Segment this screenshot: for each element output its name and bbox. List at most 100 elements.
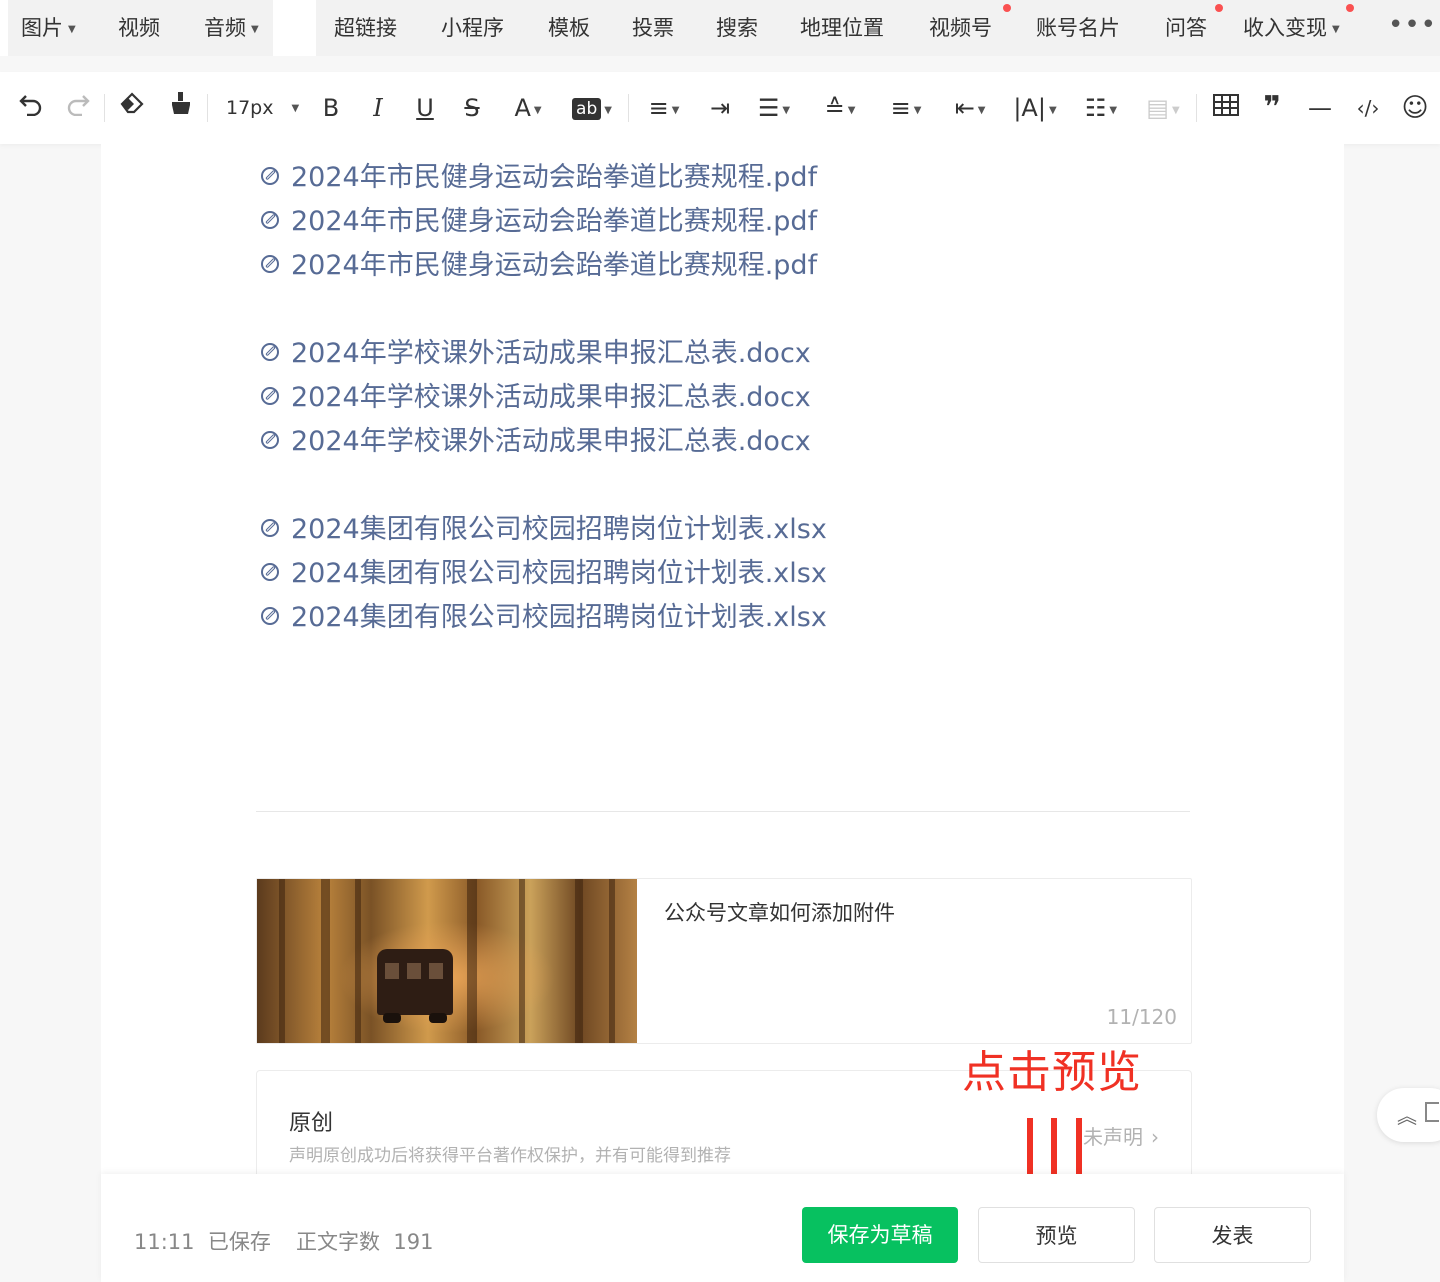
- code-icon[interactable]: ‹/›: [1352, 72, 1384, 144]
- underline-icon[interactable]: U: [412, 72, 438, 144]
- highlight-icon[interactable]: ab ▼: [568, 72, 616, 144]
- link-icon: [261, 607, 279, 625]
- link-icon: [261, 431, 279, 449]
- spacing-before-icon[interactable]: ≡ ▼: [884, 72, 928, 144]
- attachment-link[interactable]: 2024年市民健身运动会跆拳道比赛规程.pdf: [261, 200, 817, 244]
- float-icon[interactable]: ▤ ▼: [1142, 72, 1184, 144]
- tab-label: 问答: [1165, 16, 1207, 40]
- horizontal-rule-icon[interactable]: —: [1306, 72, 1334, 144]
- panel-icon: [1425, 1102, 1439, 1122]
- caret-down-icon: ▼: [68, 24, 76, 35]
- tab-label: 搜索: [716, 16, 758, 40]
- tab-vote[interactable]: 投票: [632, 0, 674, 56]
- article-title[interactable]: 公众号文章如何添加附件: [664, 897, 895, 927]
- preview-button[interactable]: 预览: [978, 1207, 1135, 1263]
- word-count: 正文字数 191: [296, 1226, 433, 1256]
- link-text: 2024年学校课外活动成果申报汇总表.docx: [291, 338, 811, 369]
- eraser-icon[interactable]: [117, 72, 147, 144]
- tab-qa[interactable]: 问答: [1165, 0, 1223, 56]
- new-badge-dot: [1003, 4, 1011, 12]
- link-icon: [261, 255, 279, 273]
- undo-icon[interactable]: [16, 72, 46, 144]
- tab-label: 视频: [118, 16, 160, 40]
- train-illustration: [377, 949, 453, 1023]
- bold-icon[interactable]: B: [318, 72, 344, 144]
- tab-label: 音频: [204, 16, 246, 40]
- tab-monetize[interactable]: 收入变现 ▼: [1243, 0, 1354, 56]
- content-divider: [256, 811, 1190, 812]
- save-state: 已保存: [207, 1230, 271, 1254]
- tab-label: 超链接: [334, 16, 397, 40]
- link-text: 2024年学校课外活动成果申报汇总表.docx: [291, 382, 811, 413]
- attachment-link[interactable]: 2024年学校课外活动成果申报汇总表.docx: [261, 332, 811, 376]
- tab-location[interactable]: 地理位置: [800, 0, 884, 56]
- save-status: 11:11 已保存: [134, 1226, 271, 1256]
- tab-hyperlink[interactable]: 超链接: [334, 0, 397, 56]
- link-icon: [261, 563, 279, 581]
- link-icon: [261, 211, 279, 229]
- line-height-icon[interactable]: ☰ ▼: [752, 72, 796, 144]
- cover-image[interactable]: [257, 879, 637, 1043]
- link-text: 2024年学校课外活动成果申报汇总表.docx: [291, 426, 811, 457]
- toolbar-separator: [207, 94, 208, 122]
- original-description: 声明原创成功后将获得平台著作权保护，并有可能得到推荐: [289, 1146, 731, 1166]
- tab-label: 收入变现: [1243, 16, 1327, 40]
- letter-spacing-icon[interactable]: |A| ▼: [1012, 72, 1058, 144]
- double-chevron-up-icon: ︽: [1397, 1104, 1417, 1128]
- original-status[interactable]: 未声明 ›: [1083, 1121, 1159, 1150]
- italic-icon[interactable]: I: [365, 72, 391, 144]
- paragraph-spacing-icon[interactable]: ≙ ▼: [818, 72, 862, 144]
- tab-label: 图片: [21, 16, 63, 40]
- link-text: 2024年市民健身运动会跆拳道比赛规程.pdf: [291, 206, 818, 237]
- link-text: 2024年市民健身运动会跆拳道比赛规程.pdf: [291, 250, 818, 281]
- attachment-link[interactable]: 2024集团有限公司校园招聘岗位计划表.xlsx: [261, 508, 827, 552]
- title-char-count: 11/120: [1106, 1005, 1177, 1029]
- attachment-link[interactable]: 2024年市民健身运动会跆拳道比赛规程.pdf: [261, 156, 817, 200]
- tab-image[interactable]: 图片 ▼: [21, 0, 76, 56]
- tab-search[interactable]: 搜索: [716, 0, 758, 56]
- tab-label: 地理位置: [800, 16, 884, 40]
- attachment-link[interactable]: 2024年学校课外活动成果申报汇总表.docx: [261, 420, 811, 464]
- word-count-label: 正文字数: [296, 1230, 380, 1254]
- attachment-link[interactable]: 2024集团有限公司校园招聘岗位计划表.xlsx: [261, 596, 827, 640]
- editor-content[interactable]: ▔▔ ▔ ▔▔ ▔▔ ▔ ▔▔ ▔▔ ▔▔ ▔ ▔▔ ▔▔ 2024年市民健身运…: [101, 144, 1344, 1174]
- indent-icon[interactable]: ⇥: [706, 72, 734, 144]
- tab-video[interactable]: 视频: [118, 0, 160, 56]
- link-text: 2024年市民健身运动会跆拳道比赛规程.pdf: [291, 162, 818, 193]
- list-icon[interactable]: ☷ ▼: [1080, 72, 1122, 144]
- publish-button[interactable]: 发表: [1154, 1207, 1311, 1263]
- spacing-after-icon[interactable]: ⇤ ▼: [948, 72, 992, 144]
- tab-account-card[interactable]: 账号名片: [1036, 0, 1120, 56]
- tab-template[interactable]: 模板: [548, 0, 590, 56]
- tab-mini-program[interactable]: 小程序: [441, 0, 504, 56]
- insert-bar: 图片 ▼ 视频 音频 ▼ 超链接 小程序 模板 投票 搜索 地理位置 视频号 账号名…: [0, 0, 1440, 56]
- back-to-top-float[interactable]: ︽: [1377, 1088, 1440, 1142]
- word-count-value: 191: [393, 1230, 434, 1254]
- attachment-link[interactable]: 2024集团有限公司校园招聘岗位计划表.xlsx: [261, 552, 827, 596]
- quote-icon[interactable]: ❞: [1258, 72, 1286, 144]
- align-icon[interactable]: ≡ ▼: [642, 72, 686, 144]
- font-color-icon[interactable]: A ▼: [506, 72, 550, 144]
- table-icon[interactable]: [1212, 72, 1240, 144]
- article-cover-card[interactable]: 公众号文章如何添加附件 11/120: [256, 878, 1192, 1044]
- attachment-link[interactable]: 2024年市民健身运动会跆拳道比赛规程.pdf: [261, 244, 817, 288]
- more-icon[interactable]: •••: [1388, 0, 1437, 56]
- original-status-text: 未声明: [1083, 1125, 1143, 1149]
- link-text: 2024集团有限公司校园招聘岗位计划表.xlsx: [291, 514, 827, 545]
- emoji-icon[interactable]: ☺: [1400, 72, 1430, 144]
- format-brush-icon[interactable]: [166, 72, 196, 144]
- tab-channels[interactable]: 视频号: [929, 0, 1011, 56]
- attachment-link[interactable]: 2024年学校课外活动成果申报汇总表.docx: [261, 376, 811, 420]
- link-text: 2024集团有限公司校园招聘岗位计划表.xlsx: [291, 602, 827, 633]
- font-size-select[interactable]: 17px ▼: [226, 72, 299, 144]
- save-time: 11:11: [134, 1230, 195, 1254]
- caret-down-icon: ▼: [251, 24, 259, 35]
- strikethrough-icon[interactable]: S: [459, 72, 485, 144]
- save-draft-button[interactable]: 保存为草稿: [802, 1207, 958, 1263]
- new-badge-dot: [1215, 4, 1223, 12]
- toolbar-separator: [1196, 94, 1197, 122]
- tab-label: 模板: [548, 16, 590, 40]
- original-title: 原创: [289, 1111, 334, 1136]
- tab-audio[interactable]: 音频 ▼: [204, 0, 259, 56]
- redo-icon[interactable]: [63, 72, 93, 144]
